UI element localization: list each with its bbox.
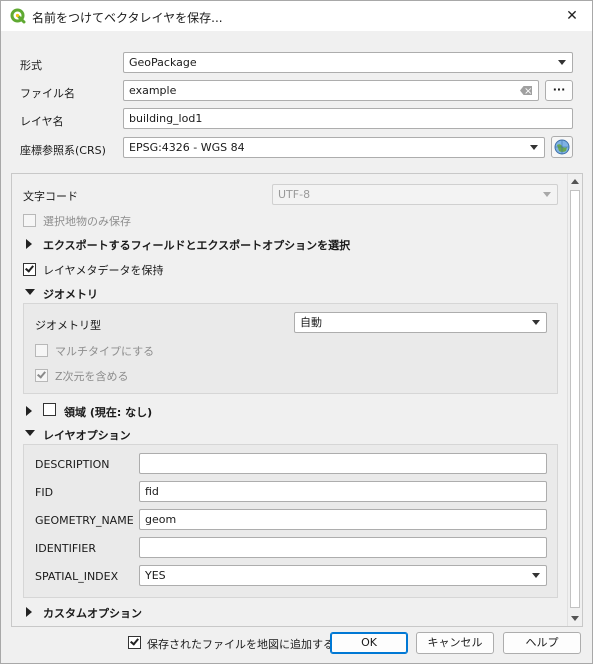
crs-select-button[interactable] bbox=[551, 136, 573, 158]
check-icon bbox=[37, 369, 46, 379]
format-value: GeoPackage bbox=[129, 56, 197, 69]
expand-arrow-icon[interactable] bbox=[26, 239, 32, 249]
filename-label: ファイル名 bbox=[20, 87, 75, 100]
globe-icon bbox=[554, 139, 570, 155]
geometry-name-value: geom bbox=[145, 513, 177, 526]
scroll-up-icon[interactable] bbox=[571, 179, 579, 184]
crs-value: EPSG:4326 - WGS 84 bbox=[129, 141, 245, 154]
keep-metadata-checkbox[interactable] bbox=[23, 263, 36, 276]
filename-field[interactable]: example bbox=[123, 80, 539, 101]
format-combo[interactable]: GeoPackage bbox=[123, 52, 573, 73]
format-label: 形式 bbox=[20, 59, 42, 72]
selected-only-label: 選択地物のみ保存 bbox=[43, 215, 131, 228]
crs-label: 座標参照系(CRS) bbox=[20, 144, 106, 157]
description-field[interactable] bbox=[139, 453, 547, 474]
window-title: 名前をつけてベクタレイヤを保存... bbox=[32, 11, 223, 25]
chevron-down-icon bbox=[530, 145, 538, 150]
add-to-map-checkbox[interactable] bbox=[128, 636, 141, 649]
layername-label: レイヤ名 bbox=[20, 115, 64, 128]
crs-combo[interactable]: EPSG:4326 - WGS 84 bbox=[123, 137, 545, 158]
chevron-down-icon bbox=[532, 573, 540, 578]
title-bar: 名前をつけてベクタレイヤを保存... ✕ bbox=[1, 1, 592, 31]
layer-option-name: FID bbox=[35, 486, 54, 499]
layer-option-name: GEOMETRY_NAME bbox=[35, 514, 134, 527]
multitype-checkbox[interactable] bbox=[35, 344, 48, 357]
scroll-down-icon[interactable] bbox=[571, 616, 579, 621]
extent-checkbox[interactable] bbox=[43, 403, 56, 416]
geometry-group-title[interactable]: ジオメトリ bbox=[43, 286, 98, 302]
check-icon bbox=[130, 636, 139, 646]
spatial-index-combo[interactable]: YES bbox=[139, 565, 547, 586]
chevron-down-icon bbox=[558, 60, 566, 65]
ok-button[interactable]: OK bbox=[330, 632, 408, 654]
chevron-down-icon bbox=[543, 192, 551, 197]
expand-arrow-icon[interactable] bbox=[26, 406, 32, 416]
collapse-arrow-icon[interactable] bbox=[25, 289, 35, 295]
cancel-button[interactable]: キャンセル bbox=[416, 632, 494, 654]
help-button[interactable]: ヘルプ bbox=[503, 632, 581, 654]
geometry-type-combo[interactable]: 自動 bbox=[294, 312, 547, 333]
encoding-combo[interactable]: UTF-8 bbox=[272, 184, 558, 205]
check-icon bbox=[25, 263, 34, 273]
scroll-thumb[interactable] bbox=[570, 190, 580, 608]
export-fields-group-title[interactable]: エクスポートするフィールドとエクスポートオプションを選択 bbox=[43, 237, 350, 253]
keep-metadata-label: レイヤメタデータを保持 bbox=[43, 264, 164, 277]
qgis-logo-icon bbox=[10, 8, 26, 24]
clear-icon[interactable] bbox=[520, 86, 532, 95]
geometry-name-field[interactable]: geom bbox=[139, 509, 547, 530]
custom-options-group-title[interactable]: カスタムオプション bbox=[43, 605, 142, 621]
spatial-index-value: YES bbox=[145, 569, 166, 582]
encoding-value: UTF-8 bbox=[278, 188, 311, 201]
close-icon: ✕ bbox=[566, 8, 578, 24]
layer-option-name: DESCRIPTION bbox=[35, 458, 110, 471]
close-button[interactable]: ✕ bbox=[552, 1, 592, 31]
filename-value: example bbox=[129, 84, 177, 97]
fid-value: fid bbox=[145, 485, 159, 498]
browse-button[interactable]: ··· bbox=[545, 80, 573, 101]
geometry-type-value: 自動 bbox=[300, 316, 322, 329]
geometry-group-box: ジオメトリ型 自動 マルチタイプにする Z次元を含める bbox=[23, 303, 558, 394]
include-z-checkbox[interactable] bbox=[35, 369, 48, 382]
layer-options-group-box: DESCRIPTION FID fid GEOMETRY_NAME geom I… bbox=[23, 444, 558, 598]
add-to-map-label: 保存されたファイルを地図に追加する bbox=[147, 638, 334, 651]
chevron-down-icon bbox=[532, 320, 540, 325]
multitype-label: マルチタイプにする bbox=[55, 345, 155, 358]
layer-options-group-title[interactable]: レイヤオプション bbox=[43, 427, 131, 443]
selected-only-checkbox[interactable] bbox=[23, 214, 36, 227]
vertical-scrollbar[interactable] bbox=[567, 174, 582, 626]
layer-option-name: IDENTIFIER bbox=[35, 542, 97, 555]
save-vector-layer-dialog: 名前をつけてベクタレイヤを保存... ✕ 形式 GeoPackage ファイル名… bbox=[0, 0, 593, 664]
extent-group-title[interactable]: 領域 (現在: なし) bbox=[64, 404, 152, 420]
include-z-label: Z次元を含める bbox=[55, 370, 129, 383]
encoding-label: 文字コード bbox=[23, 190, 78, 203]
expand-arrow-icon[interactable] bbox=[26, 607, 32, 617]
options-scroll-area[interactable]: 文字コード UTF-8 選択地物のみ保存 エクスポートするフィールドとエクスポー… bbox=[11, 173, 583, 627]
identifier-field[interactable] bbox=[139, 537, 547, 558]
layername-field[interactable]: building_lod1 bbox=[123, 108, 573, 129]
collapse-arrow-icon[interactable] bbox=[25, 430, 35, 436]
fid-field[interactable]: fid bbox=[139, 481, 547, 502]
layer-option-name: SPATIAL_INDEX bbox=[35, 570, 119, 583]
geometry-type-label: ジオメトリ型 bbox=[35, 319, 101, 332]
layername-value: building_lod1 bbox=[129, 112, 203, 125]
